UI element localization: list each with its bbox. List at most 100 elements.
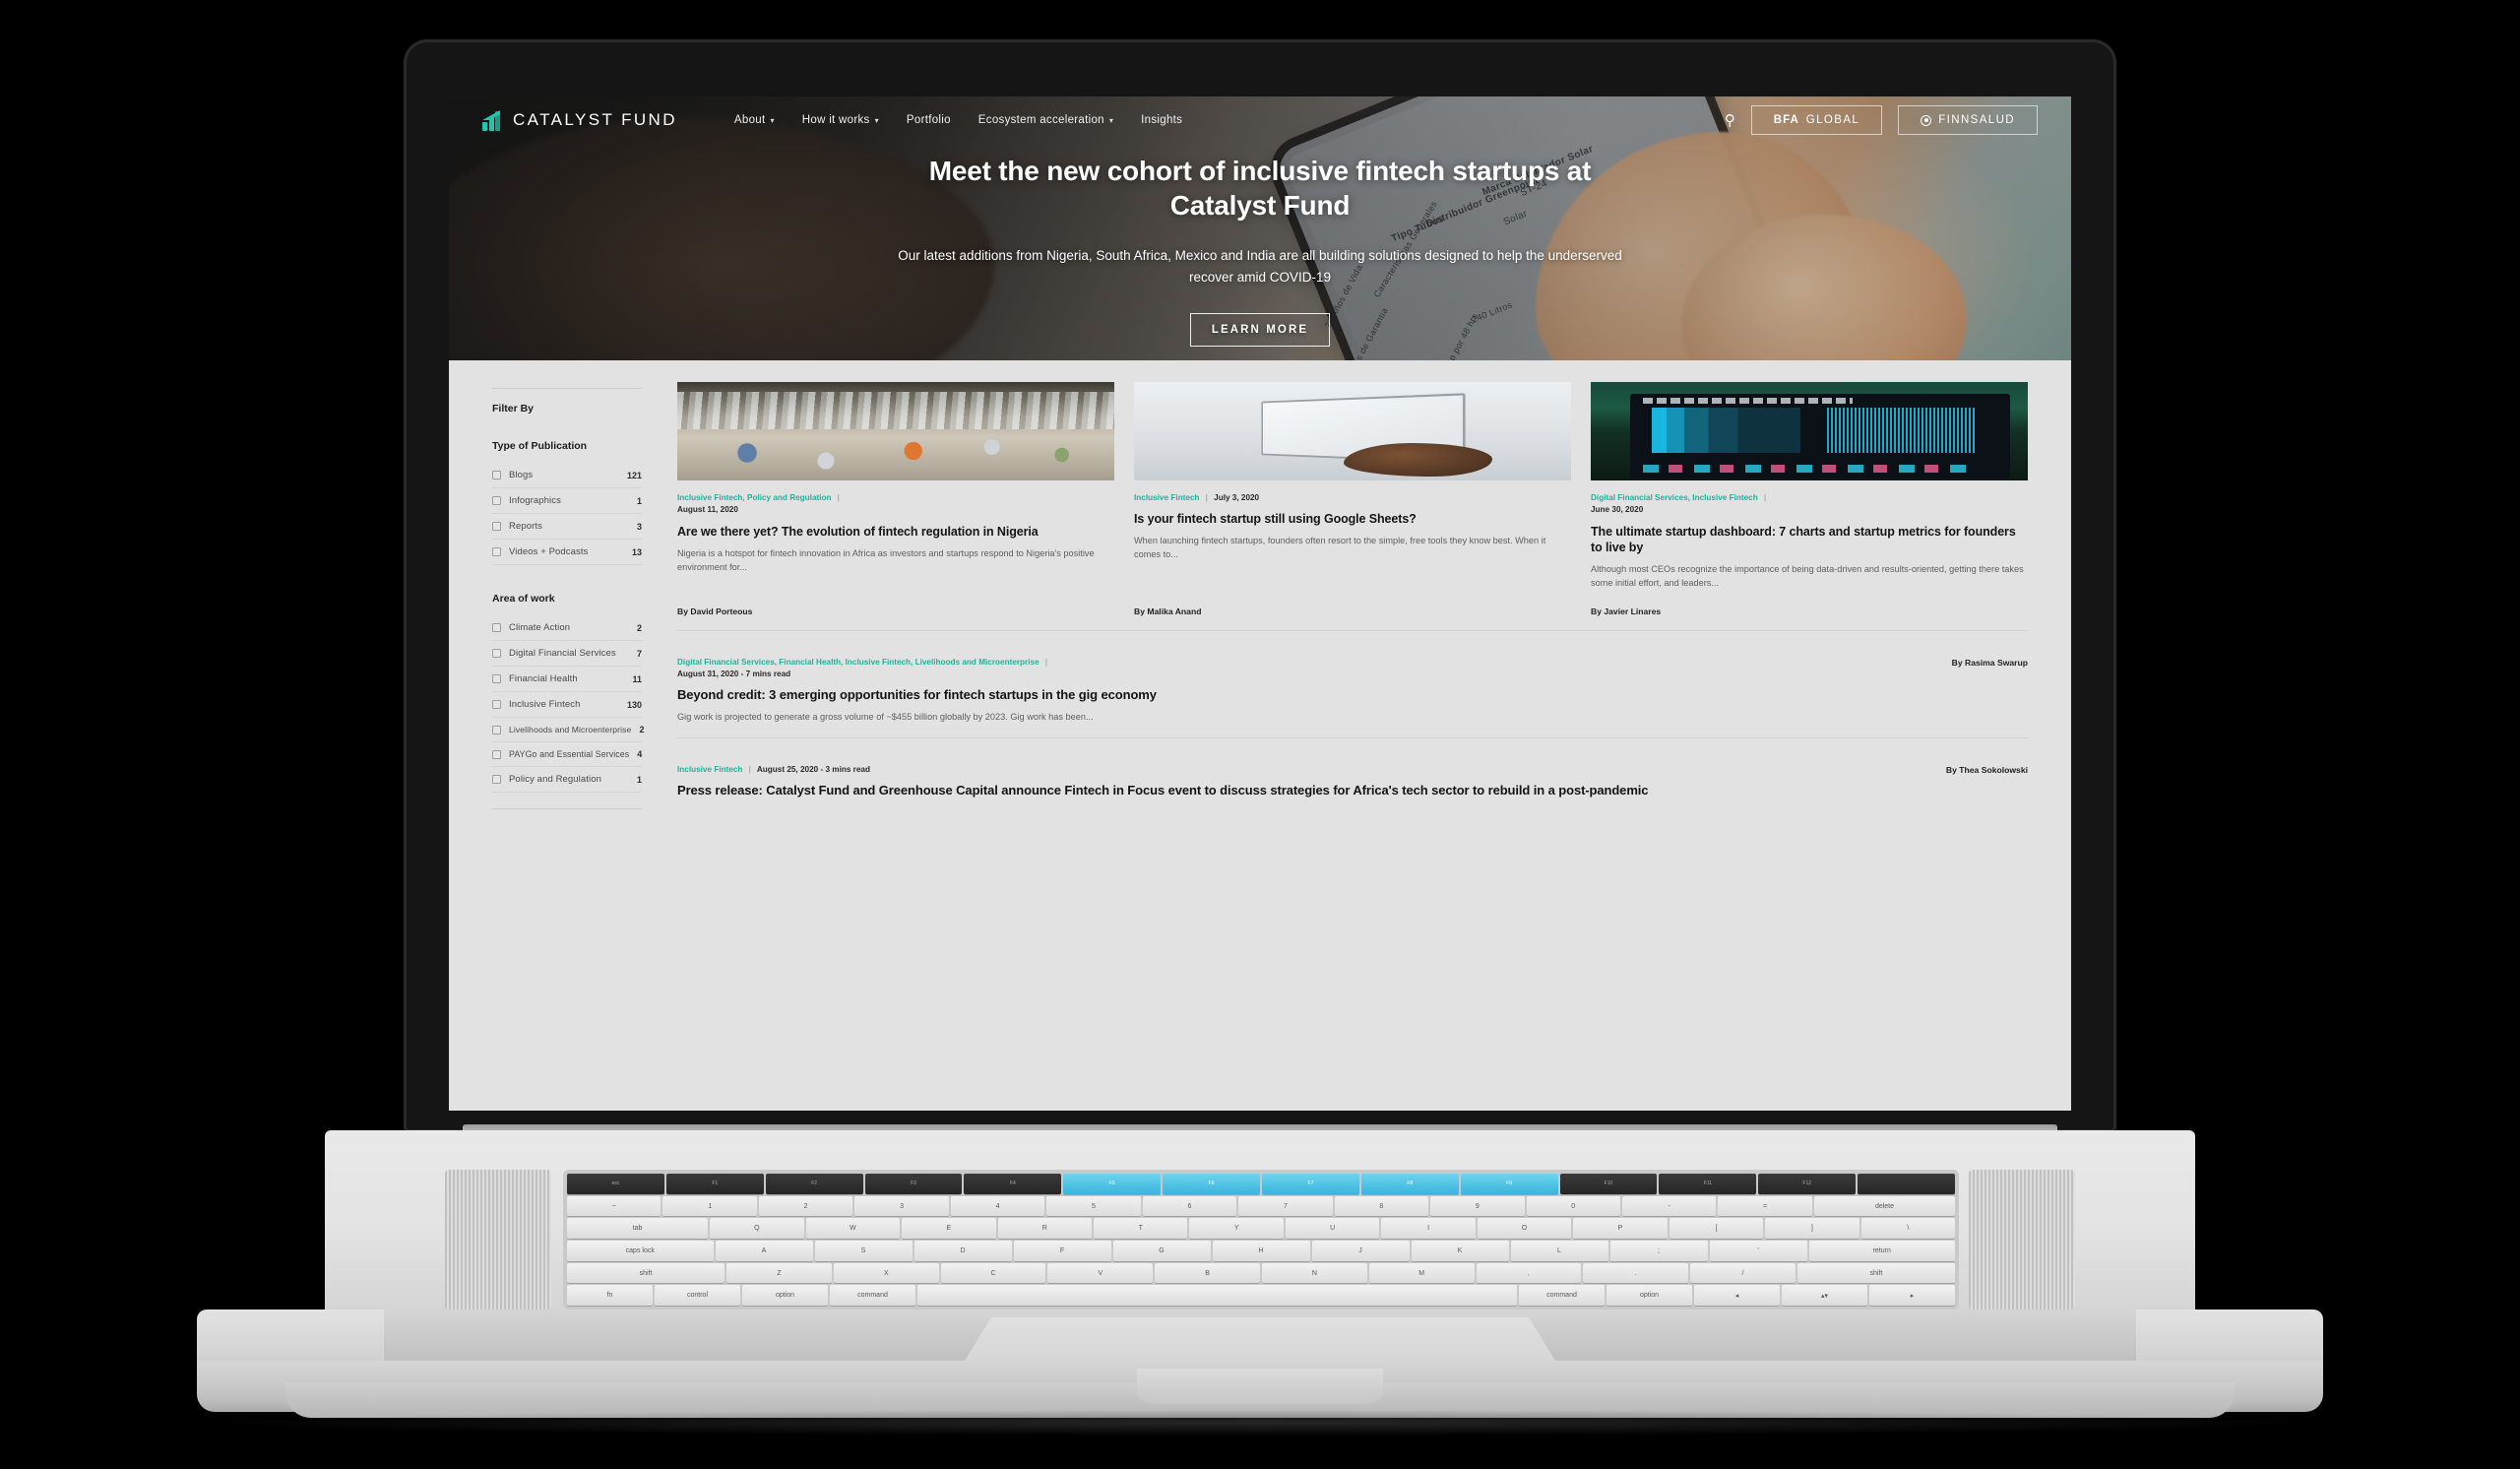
filter-option-inclusive-fintech[interactable]: Inclusive Fintech 130 — [492, 692, 642, 718]
article-categories[interactable]: Inclusive Fintech, Policy and Regulation — [677, 493, 832, 502]
keyboard-key[interactable]: F8 — [1360, 1174, 1459, 1194]
keyboard-key[interactable]: M — [1368, 1262, 1475, 1284]
article-title[interactable]: Is your fintech startup still using Goog… — [1134, 511, 1571, 527]
keyboard-key[interactable]: ▸ — [1869, 1285, 1955, 1307]
article-title[interactable]: Beyond credit: 3 emerging opportunities … — [677, 687, 2028, 704]
keyboard-key[interactable]: ◂ — [1694, 1285, 1780, 1307]
learn-more-button[interactable]: LEARN MORE — [1190, 312, 1330, 347]
keyboard-key[interactable]: / — [1690, 1262, 1796, 1284]
keyboard-key[interactable]: ~ — [567, 1195, 662, 1217]
keyboard-key[interactable]: U — [1285, 1218, 1380, 1240]
bfa-global-button[interactable]: BFA GLOBAL — [1750, 105, 1883, 135]
keyboard-key[interactable]: I — [1381, 1218, 1476, 1240]
article-card[interactable]: Inclusive Fintech | July 3, 2020 Is your… — [1134, 382, 1571, 616]
keyboard-key[interactable]: E — [902, 1218, 996, 1240]
article-categories[interactable]: Inclusive Fintech — [677, 765, 742, 774]
keyboard-key[interactable]: R — [997, 1218, 1092, 1240]
article-card[interactable]: Inclusive Fintech, Policy and Regulation… — [677, 382, 1114, 616]
keyboard-key[interactable]: F12 — [1758, 1174, 1857, 1194]
keyboard-key[interactable]: tab — [567, 1218, 709, 1240]
article-title[interactable]: Press release: Catalyst Fund and Greenho… — [677, 783, 2028, 799]
keyboard-key[interactable]: F2 — [765, 1174, 863, 1194]
nav-item-about[interactable]: About ▾ — [734, 114, 775, 126]
keyboard-key[interactable]: - — [1621, 1195, 1717, 1217]
keyboard-key[interactable]: F1 — [665, 1174, 764, 1194]
keyboard-key[interactable]: [ — [1669, 1218, 1764, 1240]
keyboard-key[interactable]: F — [1013, 1241, 1111, 1261]
keyboard-key[interactable]: N — [1261, 1262, 1367, 1284]
keyboard-key[interactable]: F3 — [864, 1174, 963, 1194]
checkbox-icon[interactable] — [492, 700, 501, 709]
keyboard-key[interactable]: Q — [710, 1218, 804, 1240]
keyboard-key[interactable]: 3 — [854, 1195, 949, 1217]
keyboard-key[interactable]: Z — [726, 1262, 832, 1284]
checkbox-icon[interactable] — [492, 725, 501, 734]
keyboard-key[interactable]: F9 — [1460, 1174, 1558, 1194]
keyboard-key[interactable]: L — [1510, 1241, 1608, 1261]
checkbox-icon[interactable] — [492, 623, 501, 632]
keyboard-key[interactable]: , — [1476, 1262, 1582, 1284]
keyboard-key[interactable]: K — [1411, 1241, 1509, 1261]
keyboard-key[interactable]: shift — [567, 1262, 725, 1284]
keyboard-key[interactable]: \ — [1860, 1218, 1956, 1240]
filter-option-climate-action[interactable]: Climate Action 2 — [492, 615, 642, 641]
list-item[interactable]: By Rasima Swarup Digital Financial Servi… — [677, 631, 2028, 725]
list-item[interactable]: By Thea Sokolowski Inclusive Fintech | A… — [677, 736, 2028, 799]
keyboard-key[interactable]: O — [1477, 1218, 1572, 1240]
filter-option-paygo-essential-services[interactable]: PAYGo and Essential Services 4 — [492, 742, 642, 767]
keyboard-key[interactable]: V — [1047, 1262, 1154, 1284]
keyboard-key[interactable]: command — [830, 1285, 915, 1307]
keyboard-key[interactable]: 8 — [1334, 1195, 1429, 1217]
keyboard-key[interactable]: 0 — [1526, 1195, 1620, 1217]
filter-option-livelihoods-microenterprise[interactable]: Livelihoods and Microenterprise 2 — [492, 718, 644, 742]
keyboard-key[interactable]: A — [715, 1241, 813, 1261]
filter-option-videos-podcasts[interactable]: Videos + Podcasts 13 — [492, 540, 642, 565]
keyboard-key[interactable]: caps lock — [567, 1241, 714, 1261]
checkbox-icon[interactable] — [492, 775, 501, 784]
nav-item-ecosystem-acceleration[interactable]: Ecosystem acceleration ▾ — [978, 114, 1113, 126]
keyboard-key[interactable]: 2 — [758, 1195, 853, 1217]
keyboard-key[interactable]: return — [1808, 1241, 1955, 1261]
keyboard-key[interactable]: Y — [1189, 1218, 1284, 1240]
keyboard-key[interactable]: ; — [1609, 1241, 1708, 1261]
keyboard-key[interactable]: 6 — [1142, 1195, 1237, 1217]
nav-item-insights[interactable]: Insights — [1141, 114, 1182, 126]
checkbox-icon[interactable] — [492, 749, 501, 759]
keyboard-key[interactable]: ] — [1765, 1218, 1859, 1240]
site-logo[interactable]: CATALYST FUND — [482, 109, 677, 131]
checkbox-icon[interactable] — [492, 649, 501, 658]
article-card[interactable]: Digital Financial Services, Inclusive Fi… — [1591, 382, 2028, 616]
keyboard-key[interactable]: T — [1093, 1218, 1188, 1240]
article-title[interactable]: The ultimate startup dashboard: 7 charts… — [1591, 524, 2028, 555]
filter-option-infographics[interactable]: Infographics 1 — [492, 488, 642, 514]
keyboard-key[interactable]: F7 — [1262, 1174, 1359, 1194]
keyboard-key[interactable]: P — [1573, 1218, 1668, 1240]
keyboard-key[interactable]: . — [1583, 1262, 1689, 1284]
keyboard-key[interactable]: F4 — [964, 1174, 1062, 1194]
article-categories[interactable]: Digital Financial Services, Financial He… — [677, 658, 1040, 667]
keyboard-key[interactable]: 9 — [1430, 1195, 1525, 1217]
keyboard-key[interactable]: W — [805, 1218, 901, 1240]
checkbox-icon[interactable] — [492, 471, 501, 479]
keyboard-key[interactable]: F5 — [1063, 1174, 1162, 1194]
filter-option-financial-health[interactable]: Financial Health 11 — [492, 667, 642, 692]
filter-option-blogs[interactable]: Blogs 121 — [492, 463, 642, 488]
keyboard-key[interactable]: B — [1155, 1262, 1260, 1284]
keyboard-key[interactable]: delete — [1813, 1195, 1956, 1217]
filter-option-policy-and-regulation[interactable]: Policy and Regulation 1 — [492, 767, 642, 793]
filter-option-reports[interactable]: Reports 3 — [492, 514, 642, 540]
search-icon[interactable]: ⚲ — [1725, 111, 1735, 129]
keyboard-key[interactable]: F11 — [1659, 1174, 1757, 1194]
keyboard-key[interactable]: option — [742, 1285, 828, 1307]
keyboard-key[interactable]: 5 — [1046, 1195, 1141, 1217]
keyboard-key[interactable]: control — [655, 1285, 740, 1307]
laptop-keyboard[interactable]: esc F1 F2 F3 F4 F5 F6 F7 F8 F9 F10 F11 F12 ~1 2 3 4 5 6 7 8 9… — [563, 1170, 1959, 1309]
keyboard-key[interactable]: F6 — [1163, 1174, 1261, 1194]
keyboard-key[interactable]: ' — [1709, 1241, 1807, 1261]
keyboard-key[interactable]: 7 — [1238, 1195, 1333, 1217]
keyboard-key[interactable]: X — [833, 1262, 939, 1284]
filter-option-digital-financial-services[interactable]: Digital Financial Services 7 — [492, 641, 642, 667]
article-categories[interactable]: Inclusive Fintech — [1134, 493, 1199, 502]
keyboard-key[interactable]: G — [1112, 1241, 1211, 1261]
keyboard-key[interactable] — [917, 1285, 1517, 1307]
